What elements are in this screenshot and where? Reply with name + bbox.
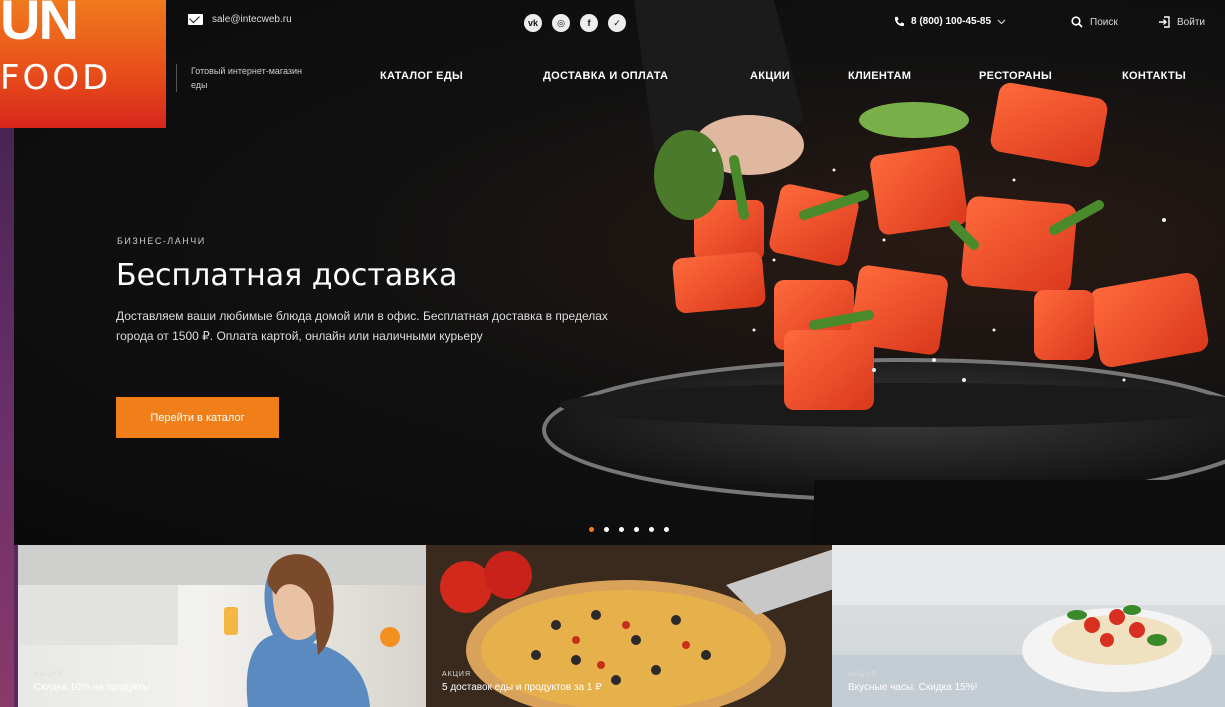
login-label: Войти xyxy=(1177,16,1205,28)
top-bar: sale@intecweb.ru vk ◎ f ✓ 8 (800) 100-45… xyxy=(166,8,1225,38)
promo-tile[interactable]: АКЦИЯ Вкусные часы. Скидка 15%! xyxy=(832,545,1225,707)
promo-tile[interactable]: АКЦИЯ Скидка 10% на продукты xyxy=(18,545,426,707)
promo-title: Вкусные часы. Скидка 15%! xyxy=(848,682,978,693)
promo-tile[interactable]: АКЦИЯ 5 доставок еды и продуктов за 1 ₽ xyxy=(426,545,832,707)
login-icon xyxy=(1159,16,1170,28)
nav-item-contacts[interactable]: КОНТАКТЫ xyxy=(1122,70,1186,82)
hero-eyebrow: БИЗНЕС-ЛАНЧИ xyxy=(117,236,206,246)
promo-tiles: АКЦИЯ Скидка 10% на продукты АКЦИЯ 5 дос… xyxy=(18,545,1225,707)
social-links: vk ◎ f ✓ xyxy=(524,14,626,32)
logo-text: FOOD xyxy=(0,58,112,98)
promo-tag: АКЦИЯ xyxy=(442,671,472,678)
slider-dot[interactable] xyxy=(604,527,609,532)
slider-dots xyxy=(589,527,669,532)
phone-icon xyxy=(894,16,905,27)
slider-dot[interactable] xyxy=(589,527,594,532)
email-link[interactable]: sale@intecweb.ru xyxy=(188,14,292,25)
chevron-down-icon xyxy=(997,19,1006,24)
instagram-icon[interactable]: ◎ xyxy=(552,14,570,32)
nav-item-customers[interactable]: КЛИЕНТАМ xyxy=(848,70,911,82)
facebook-icon[interactable]: f xyxy=(580,14,598,32)
site-logo[interactable]: UN FOOD xyxy=(0,0,166,128)
login-button[interactable]: Войти xyxy=(1158,16,1205,28)
nav-item-delivery[interactable]: ДОСТАВКА И ОПЛАТА xyxy=(543,70,668,82)
phone-number: 8 (800) 100-45-85 xyxy=(911,16,992,27)
nav-item-restaurants[interactable]: РЕСТОРАНЫ xyxy=(979,70,1052,82)
nav-item-promotions[interactable]: АКЦИИ xyxy=(750,70,790,82)
search-label: Поиск xyxy=(1090,16,1118,28)
slider-dot[interactable] xyxy=(664,527,669,532)
promo-tag: АКЦИЯ xyxy=(34,671,64,678)
slider-dot[interactable] xyxy=(649,527,654,532)
go-to-catalog-button[interactable]: Перейти в каталог xyxy=(116,397,279,438)
search-icon xyxy=(1071,16,1083,28)
site-tagline: Готовый интернет-магазин еды xyxy=(176,64,306,92)
slider-dot[interactable] xyxy=(634,527,639,532)
twitter-icon[interactable]: ✓ xyxy=(608,14,626,32)
hero-title: Бесплатная доставка xyxy=(116,258,458,293)
search-button[interactable]: Поиск xyxy=(1071,16,1118,28)
promo-title: 5 доставок еды и продуктов за 1 ₽ xyxy=(442,682,602,693)
logo-mark: UN xyxy=(0,0,77,40)
phone-dropdown[interactable]: 8 (800) 100-45-85 xyxy=(894,16,1006,27)
email-text: sale@intecweb.ru xyxy=(212,14,292,25)
vk-icon[interactable]: vk xyxy=(524,14,542,32)
main-navigation: КАТАЛОГ ЕДЫ ДОСТАВКА И ОПЛАТА АКЦИИ КЛИЕ… xyxy=(360,70,1220,90)
slider-dot[interactable] xyxy=(619,527,624,532)
nav-item-catalog[interactable]: КАТАЛОГ ЕДЫ xyxy=(380,70,463,82)
promo-title: Скидка 10% на продукты xyxy=(34,682,151,693)
hero-description: Доставляем ваши любимые блюда домой или … xyxy=(116,309,608,343)
mail-icon xyxy=(188,14,203,25)
promo-tag: АКЦИЯ xyxy=(848,671,878,678)
